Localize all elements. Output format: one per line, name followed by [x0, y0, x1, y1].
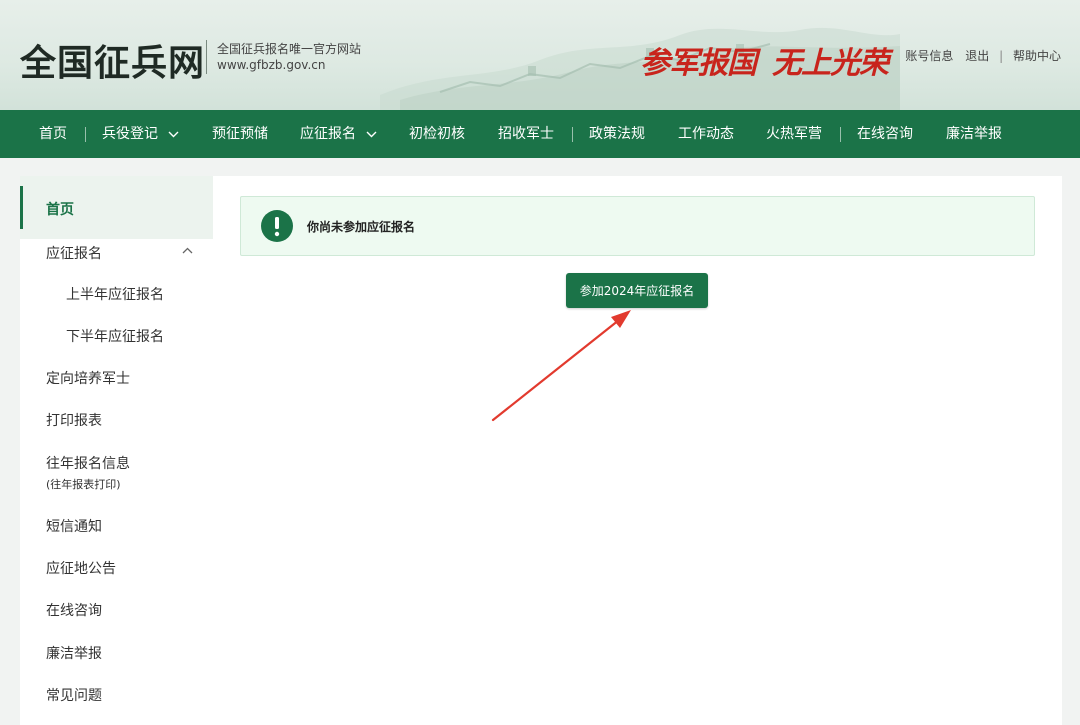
sidebar-item-faq[interactable]: 常见问题: [20, 681, 213, 723]
sidebar-item-print-forms[interactable]: 打印报表: [20, 407, 213, 449]
nav-item-integrity-report[interactable]: 廉洁举报: [946, 110, 1002, 158]
nav-item-online-consult[interactable]: 在线咨询: [857, 110, 913, 158]
sidebar-item-label: 在线咨询: [46, 603, 102, 619]
sidebar-item-first-half-signup[interactable]: 上半年应征报名: [20, 281, 213, 323]
site-logo-text[interactable]: 全国征兵网: [20, 34, 205, 86]
main-content: 你尚未参加应征报名 参加2024年应征报名: [213, 176, 1062, 725]
nav-label: 工作动态: [678, 126, 734, 142]
sidebar-item-label: 廉洁举报: [46, 646, 102, 662]
status-alert: 你尚未参加应征报名: [240, 196, 1035, 256]
site-tagline: 全国征兵报名唯一官方网站: [217, 42, 362, 56]
nav-label: 兵役登记: [102, 126, 158, 142]
nav-item-military-camp[interactable]: 火热军营: [766, 110, 822, 158]
nav-divider: [840, 127, 841, 142]
chevron-down-icon: [168, 131, 179, 137]
main-nav: 首页 兵役登记 预征预储 应征报名 初检初核 招收军士 政策法规 工作动态 火热…: [0, 110, 1080, 158]
sidebar-item-label: 上半年应征报名: [66, 287, 164, 303]
nav-divider: [85, 127, 86, 142]
account-info-link[interactable]: 账号信息: [905, 49, 953, 63]
sidebar-item-sms-notice[interactable]: 短信通知: [20, 513, 213, 555]
nav-item-recruit-sergeant[interactable]: 招收军士: [498, 110, 554, 158]
nav-item-initial-check[interactable]: 初检初核: [409, 110, 465, 158]
nav-label: 招收军士: [498, 126, 554, 142]
header-links: 账号信息 退出 | 帮助中心: [905, 47, 1061, 64]
sidebar-item-label: 应征报名: [46, 246, 102, 262]
sidebar-item-label: 定向培养军士: [46, 371, 130, 387]
sidebar-item-directed-sergeant[interactable]: 定向培养军士: [20, 365, 213, 407]
nav-item-enlistment-signup[interactable]: 应征报名: [300, 110, 377, 158]
sidebar-item-integrity-report[interactable]: 廉洁举报: [20, 639, 213, 681]
nav-label: 火热军营: [766, 126, 822, 142]
sidebar-item-local-announcement[interactable]: 应征地公告: [20, 555, 213, 597]
sidebar-item-label: 打印报表: [46, 413, 102, 429]
slogan-right: 无上光荣: [772, 46, 889, 81]
exclamation-circle-icon: [261, 210, 293, 242]
nav-label: 预征预储: [212, 126, 268, 142]
nav-item-home[interactable]: 首页: [39, 110, 67, 158]
site-domain: www.gfbzb.gov.cn: [217, 58, 326, 72]
nav-label: 廉洁举报: [946, 126, 1002, 142]
sidebar-item-label: 首页: [46, 202, 74, 218]
nav-item-work-news[interactable]: 工作动态: [678, 110, 734, 158]
sidebar-item-home[interactable]: 首页: [20, 176, 213, 239]
sidebar-item-note: (往年报表打印): [46, 478, 121, 491]
chevron-down-icon: [366, 131, 377, 137]
sidebar-item-label: 应征地公告: [46, 561, 116, 577]
nav-label: 首页: [39, 126, 67, 142]
help-center-link[interactable]: 帮助中心: [1013, 49, 1061, 63]
nav-item-military-registration[interactable]: 兵役登记: [102, 110, 179, 158]
chevron-up-icon: [182, 247, 193, 254]
nav-item-policy[interactable]: 政策法规: [589, 110, 645, 158]
nav-item-pre-enlistment[interactable]: 预征预储: [212, 110, 268, 158]
alert-message: 你尚未参加应征报名: [307, 220, 416, 234]
nav-label: 在线咨询: [857, 126, 913, 142]
slogan-left: 参军报国: [640, 46, 757, 81]
sidebar: 首页 应征报名 上半年应征报名 下半年应征报名 定向培养军士 打印报表 往年报名…: [20, 176, 213, 725]
sidebar-item-past-signups[interactable]: 往年报名信息 (往年报表打印): [20, 449, 213, 513]
logo-divider: [206, 40, 207, 74]
link-divider: |: [999, 49, 1004, 63]
nav-label: 初检初核: [409, 126, 465, 142]
slogan-banner: 参军报国 无上光荣: [640, 38, 889, 82]
sidebar-item-online-consult[interactable]: 在线咨询: [20, 597, 213, 639]
nav-label: 政策法规: [589, 126, 645, 142]
site-header: 全国征兵网 全国征兵报名唯一官方网站 www.gfbzb.gov.cn 参军报国…: [0, 0, 1080, 110]
active-indicator: [20, 186, 23, 229]
sidebar-item-label: 往年报名信息: [46, 456, 130, 472]
logout-link[interactable]: 退出: [965, 49, 989, 63]
sidebar-item-label: 短信通知: [46, 519, 102, 535]
sidebar-item-label: 常见问题: [46, 688, 102, 704]
sidebar-item-label: 下半年应征报名: [66, 329, 164, 345]
sidebar-item-second-half-signup[interactable]: 下半年应征报名: [20, 323, 213, 365]
nav-divider: [572, 127, 573, 142]
nav-label: 应征报名: [300, 126, 356, 142]
join-enlistment-button[interactable]: 参加2024年应征报名: [566, 273, 708, 308]
sidebar-item-enlistment-signup[interactable]: 应征报名: [20, 239, 213, 281]
